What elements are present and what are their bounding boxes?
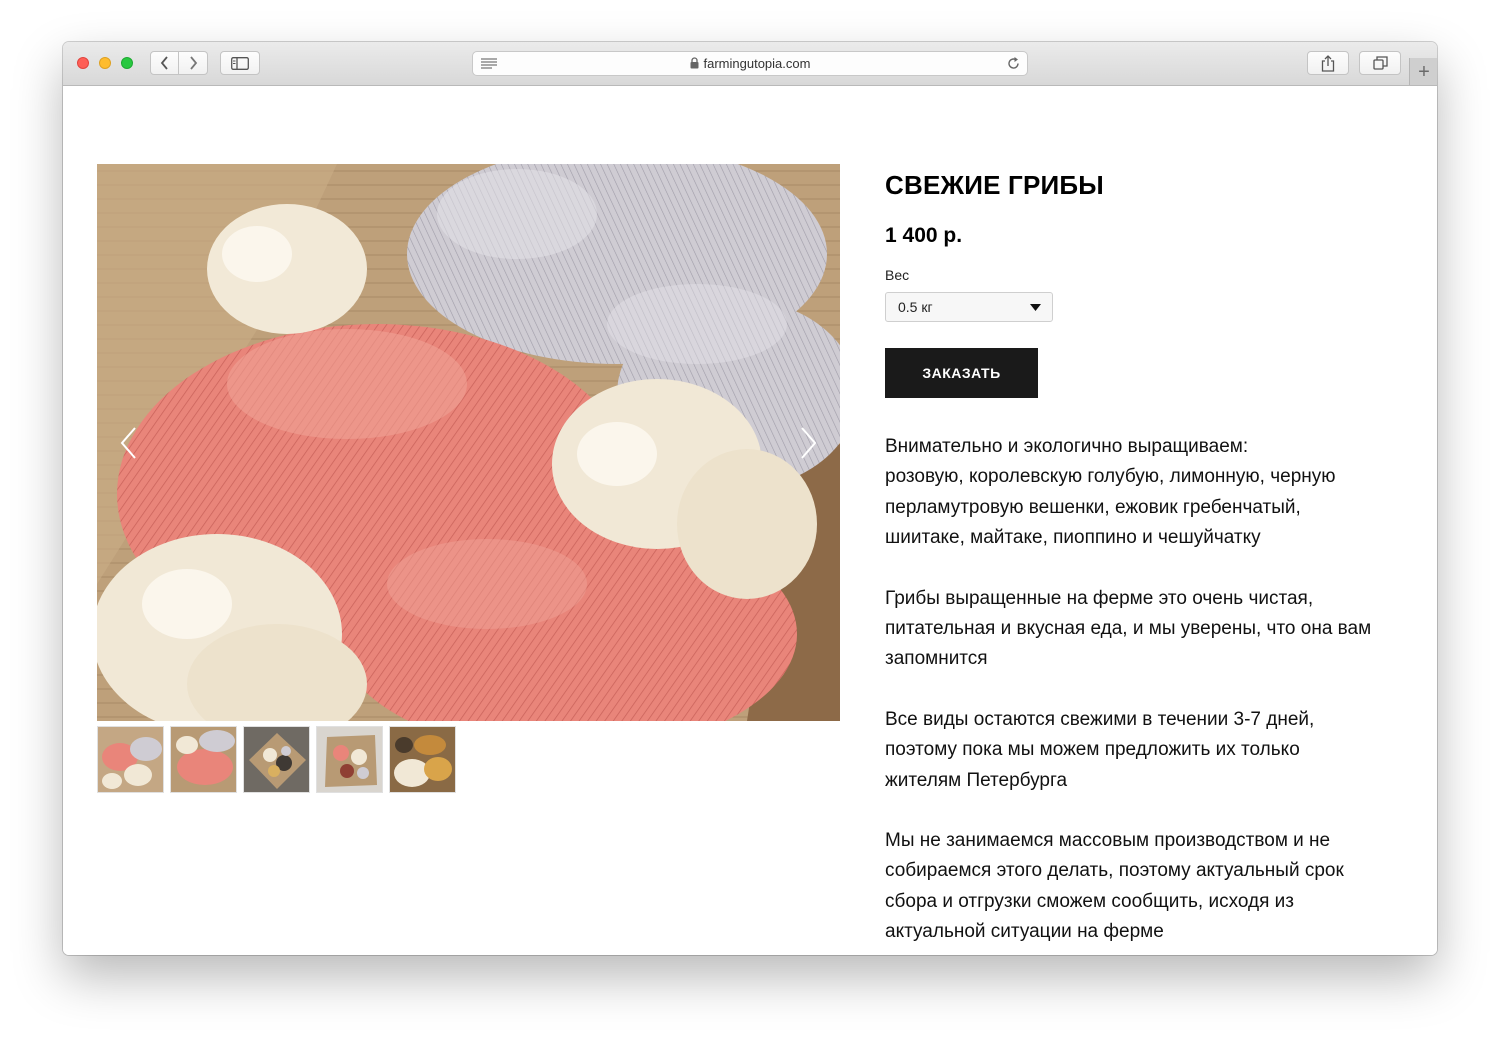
thumbnail-1[interactable] [97, 726, 164, 793]
description-paragraph: Мы не занимаемся массовым производством … [885, 826, 1405, 948]
show-tabs-button[interactable] [1359, 51, 1401, 75]
description-line: жителям Петербурга [885, 769, 1068, 791]
product-photo [97, 164, 840, 721]
sidebar-toggle-button[interactable] [220, 51, 260, 75]
description-line: сбора и отгрузки сможем сообщить, исходя… [885, 890, 1295, 912]
plus-icon: + [1418, 60, 1430, 83]
weight-label: Вес [885, 267, 910, 283]
reload-icon[interactable] [1006, 56, 1021, 71]
product-price: 1 400 р. [885, 224, 963, 247]
new-tab-button[interactable]: + [1409, 58, 1437, 85]
gallery-prev-arrow[interactable] [119, 426, 139, 460]
page-content: СВЕЖИЕ ГРИБЫ 1 400 р. Вес 0.5 кг ЗАКАЗАТ… [63, 86, 1437, 955]
chevron-right-icon [190, 56, 198, 70]
share-icon [1321, 54, 1335, 72]
browser-toolbar: farmingutopia.com + [63, 42, 1437, 86]
description-line: Мы не занимаемся массовым производством … [885, 830, 1331, 852]
weight-selected-value: 0.5 кг [898, 299, 933, 315]
caret-down-icon [1030, 304, 1041, 311]
zoom-window-button[interactable] [121, 57, 133, 69]
description-paragraph: Грибы выращенные на ферме это очень чист… [885, 584, 1405, 675]
thumbnail-3[interactable] [243, 726, 310, 793]
gallery-next-arrow[interactable] [798, 426, 818, 460]
description-line: шиитаке, майтаке, пиоппино и чешуйчатку [885, 527, 1261, 549]
url-text: farmingutopia.com [703, 56, 811, 71]
share-button[interactable] [1307, 51, 1349, 75]
back-button[interactable] [150, 51, 179, 75]
lock-icon [690, 57, 699, 69]
order-button[interactable]: ЗАКАЗАТЬ [885, 348, 1038, 398]
thumbnail-5[interactable] [389, 726, 456, 793]
product-gallery[interactable] [97, 164, 840, 721]
description-line: Все виды остаются свежими в течении 3-7 … [885, 708, 1315, 730]
browser-window: farmingutopia.com + СВЕЖИЕ ГРИБЫ 1 400 р… [63, 42, 1437, 955]
description-line: Грибы выращенные на ферме это очень чист… [885, 587, 1314, 609]
forward-button[interactable] [179, 51, 208, 75]
description-line: поэтому пока мы можем предложить их толь… [885, 739, 1300, 761]
thumbnail-2[interactable] [170, 726, 237, 793]
thumbnail-4[interactable] [316, 726, 383, 793]
description-paragraph: Внимательно и экологично выращиваем: роз… [885, 432, 1405, 554]
sidebar-icon [231, 56, 249, 70]
url-display: farmingutopia.com [473, 56, 1027, 71]
description-line: питательная и вкусная еда, и мы уверены,… [885, 618, 1372, 640]
minimize-window-button[interactable] [99, 57, 111, 69]
description-line: запомнится [885, 648, 988, 670]
description-line: Внимательно и экологично выращиваем: [885, 436, 1249, 457]
tabs-icon [1372, 56, 1388, 70]
address-bar[interactable]: farmingutopia.com [472, 51, 1028, 76]
product-title: СВЕЖИЕ ГРИБЫ [885, 170, 1104, 200]
description-line: перламутровую вешенки, ежовик гребенчаты… [885, 496, 1301, 518]
weight-select[interactable]: 0.5 кг [885, 292, 1053, 322]
gallery-thumbnails [97, 726, 456, 794]
description-paragraph: Все виды остаются свежими в течении 3-7 … [885, 705, 1405, 796]
description-line: розовую, королевскую голубую, лимонную, … [885, 466, 1336, 488]
history-nav [150, 51, 208, 75]
product-description: Внимательно и экологично выращиваем: роз… [885, 432, 1405, 955]
description-line: собираемся этого делать, поэтому актуаль… [885, 860, 1344, 882]
description-line: актуальной ситуации на ферме [885, 921, 1164, 943]
chevron-left-icon [160, 56, 168, 70]
close-window-button[interactable] [77, 57, 89, 69]
